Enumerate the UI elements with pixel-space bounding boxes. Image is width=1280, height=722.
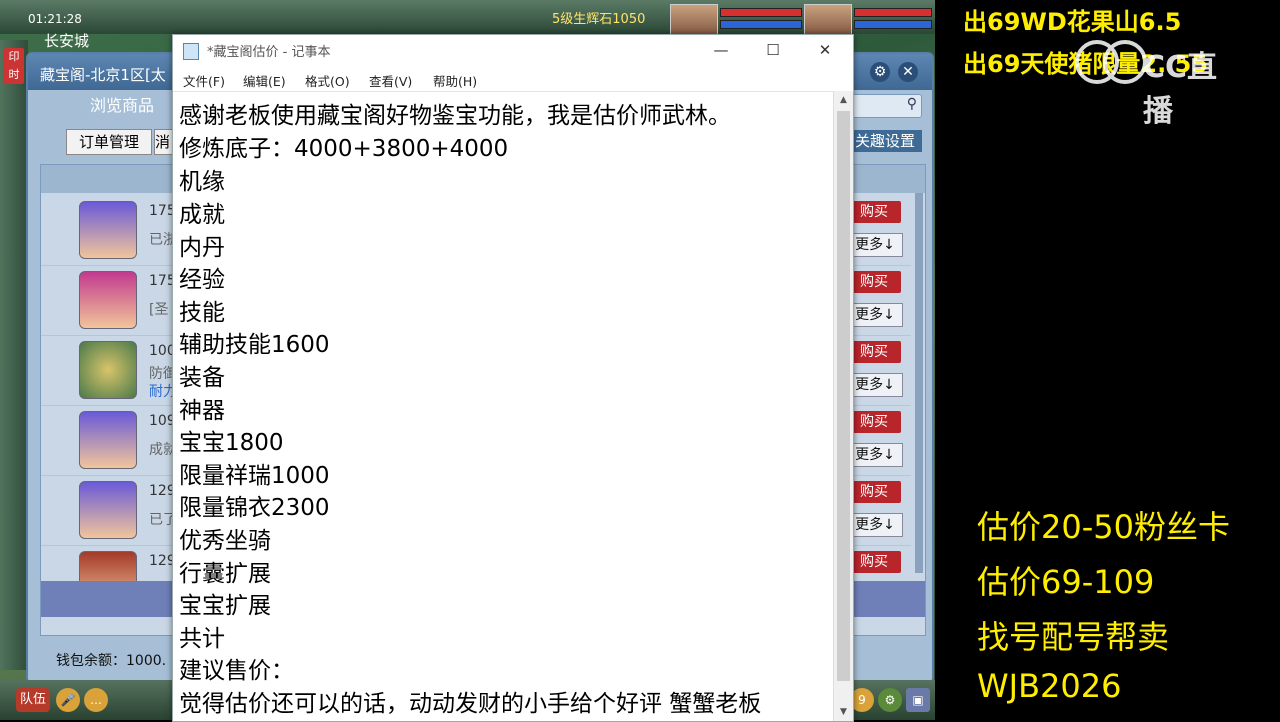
notepad-title: *藏宝阁估价 - 记事本 (207, 45, 331, 60)
character-avatar (79, 481, 137, 539)
character-avatar (79, 551, 137, 581)
contact-id: WJB2026 (977, 667, 1122, 705)
text-line: 行囊扩展 (179, 561, 271, 587)
pet-hp-bar (854, 8, 932, 17)
price-info-1: 估价20-50粉丝卡 (977, 508, 1230, 546)
left-side-strip: 印时 (0, 40, 28, 670)
text-line: 建议售价： (179, 658, 294, 684)
buy-button[interactable]: 购买 (847, 481, 901, 503)
text-line: 成就 (179, 202, 225, 228)
notepad-titlebar[interactable]: *藏宝阁估价 - 记事本 — ☐ ✕ (173, 35, 853, 65)
player-mp-bar (720, 20, 802, 29)
more-button[interactable]: 更多↓ (847, 373, 903, 397)
notepad-menubar: 文件(F) 编辑(E) 格式(O) 查看(V) 帮助(H) (173, 67, 853, 89)
order-manage-button[interactable]: 订单管理 (66, 129, 152, 155)
game-clock: 01:21:28 (28, 12, 82, 26)
menu-help[interactable]: 帮助(H) (433, 71, 477, 90)
cangbaoge-title: 藏宝阁-北京1区[太 (40, 66, 166, 84)
cc-logo-text: CC直播 (1143, 50, 1218, 129)
goods-list-scrollbar[interactable] (915, 193, 923, 573)
cc-ring-icon (1103, 40, 1147, 84)
notepad-text-area[interactable]: 感谢老板使用藏宝阁好物鉴宝功能，我是估价师武林。 修炼底子：4000+3800+… (173, 91, 833, 722)
text-line: 宝宝扩展 (179, 593, 271, 619)
text-line: 共计 (179, 626, 225, 652)
scroll-down-icon[interactable]: ▼ (834, 703, 853, 721)
buy-button[interactable]: 购买 (847, 201, 901, 223)
text-line: 优秀坐骑 (179, 528, 271, 554)
scroll-up-icon[interactable]: ▲ (834, 91, 853, 109)
close-icon[interactable]: ✕ (898, 62, 918, 82)
item-status: [圣 (149, 302, 169, 318)
game-top-hud: 01:21:28 5级生辉石1050 (0, 0, 935, 40)
text-line: 觉得估价还可以的话，动动发财的小手给个好评 蟹蟹老板 (179, 691, 762, 717)
menu-file[interactable]: 文件(F) (183, 71, 225, 90)
scroll-thumb[interactable] (837, 111, 850, 681)
close-button[interactable]: ✕ (805, 39, 845, 61)
goods-search-input[interactable]: ⚲ (848, 94, 922, 118)
more-button[interactable]: 更多↓ (847, 513, 903, 537)
pet-mp-bar (854, 20, 932, 29)
notepad-icon (183, 43, 199, 60)
service-info: 找号配号帮卖 (977, 618, 1170, 656)
text-line: 机缘 (179, 169, 225, 195)
gear-icon[interactable]: ⚙ (878, 688, 902, 712)
tab-browse-goods[interactable]: 浏览商品 (90, 92, 154, 116)
text-line: 限量祥瑞1000 (179, 463, 330, 489)
interest-settings-button[interactable]: 关趣设置 (848, 130, 922, 152)
character-avatar (79, 411, 137, 469)
item-icon (79, 341, 137, 399)
wallet-balance: 钱包余额：1000. (56, 653, 167, 669)
buy-button[interactable]: 购买 (847, 271, 901, 293)
menu-edit[interactable]: 编辑(E) (243, 71, 286, 90)
system-icon[interactable]: ▣ (906, 688, 930, 712)
side-tab[interactable]: 印时 (4, 48, 24, 84)
level-text: 5级生辉石1050 (552, 12, 646, 27)
stream-overlay: 出69WD花果山6.5 出69天使猪限量2. 55 CC直播 估价20-50粉丝… (935, 0, 1280, 720)
more-button[interactable]: 更多↓ (847, 443, 903, 467)
more-button[interactable]: 更多↓ (847, 303, 903, 327)
text-line: 装备 (179, 365, 225, 391)
notepad-scrollbar[interactable]: ▲ ▼ (833, 91, 853, 721)
text-line: 限量锦衣2300 (179, 495, 330, 521)
chat-icon[interactable]: … (84, 688, 108, 712)
text-line: 经验 (179, 267, 225, 293)
menu-format[interactable]: 格式(O) (305, 71, 350, 90)
text-line: 修炼底子：4000+3800+4000 (179, 136, 509, 162)
price-info-2: 估价69-109 (977, 563, 1155, 601)
cc-live-logo: CC直播 (1075, 10, 1235, 129)
maximize-button[interactable]: ☐ (753, 39, 793, 61)
text-line: 辅助技能1600 (179, 332, 330, 358)
text-line: 内丹 (179, 235, 225, 261)
settings-icon[interactable]: ⚙ (870, 62, 890, 82)
text-line: 神器 (179, 398, 225, 424)
character-avatar (79, 271, 137, 329)
more-button[interactable]: 更多↓ (847, 233, 903, 257)
character-avatar (79, 201, 137, 259)
menu-view[interactable]: 查看(V) (369, 71, 412, 90)
buy-button[interactable]: 购买 (847, 411, 901, 433)
search-icon[interactable]: ⚲ (907, 96, 917, 112)
text-line: 感谢老板使用藏宝阁好物鉴宝功能，我是估价师武林。 (179, 103, 731, 129)
buy-button[interactable]: 购买 (847, 551, 901, 573)
text-line: 技能 (179, 300, 225, 326)
city-name: 长安城 (44, 32, 90, 50)
buy-button[interactable]: 购买 (847, 341, 901, 363)
minimize-button[interactable]: — (701, 39, 741, 61)
text-line: 宝宝1800 (179, 430, 284, 456)
team-button[interactable]: 队伍 (16, 688, 50, 712)
player-hp-bar (720, 8, 802, 17)
notepad-window: *藏宝阁估价 - 记事本 — ☐ ✕ 文件(F) 编辑(E) 格式(O) 查看(… (172, 34, 854, 722)
voice-icon[interactable]: 🎤 (56, 688, 80, 712)
